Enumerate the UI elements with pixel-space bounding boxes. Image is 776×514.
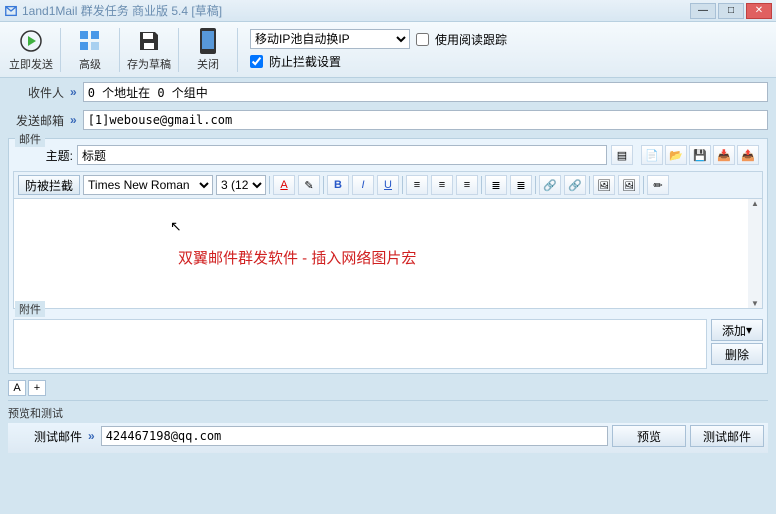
save-icon [135, 27, 163, 55]
tab-a[interactable]: A [8, 380, 26, 396]
block-setting-label: 防止拦截设置 [269, 53, 341, 70]
preview-legend: 预览和测试 [8, 405, 768, 421]
expand-recipient-icon[interactable]: » [68, 85, 79, 99]
grid-icon [76, 27, 104, 55]
separator [119, 28, 120, 72]
recipient-input[interactable] [83, 82, 768, 102]
align-left-icon[interactable]: ≡ [406, 175, 428, 195]
antiblock-button[interactable]: 防被拦截 [18, 175, 80, 195]
underline-icon[interactable]: U [377, 175, 399, 195]
app-logo-icon [4, 4, 18, 18]
save-draft-button[interactable]: 存为草稿 [124, 25, 174, 75]
ip-pool-select[interactable]: 移动IP池自动换IP [250, 29, 410, 49]
editor-area[interactable]: 双翼邮件群发软件 - 插入网络图片宏 ▲▼ [13, 199, 763, 309]
read-track-checkbox[interactable] [416, 33, 429, 46]
main-toolbar: 立即发送 高级 存为草稿 关闭 移动IP池自动换IP 使用阅读跟踪 防止拦截设置 [0, 22, 776, 78]
window-title: 1and1Mail 群发任务 商业版 5.4 [草稿] [22, 2, 690, 19]
add-attach-button[interactable]: 添加 ▾ [711, 319, 763, 341]
subject-label: 主题: [17, 147, 73, 164]
web-image-icon[interactable]: 🖼 [618, 175, 640, 195]
attach-legend: 附件 [15, 301, 45, 317]
subject-macro-icon[interactable]: ▤ [611, 145, 633, 165]
preview-button[interactable]: 预览 [612, 425, 686, 447]
expand-sender-icon[interactable]: » [68, 113, 79, 127]
recipient-row: 收件人 » [0, 78, 776, 106]
separator [178, 28, 179, 72]
recipient-label: 收件人 [8, 84, 64, 101]
advanced-button[interactable]: 高级 [65, 25, 115, 75]
phone-icon [194, 27, 222, 55]
test-send-button[interactable]: 测试邮件 [690, 425, 764, 447]
sender-label: 发送邮箱 [8, 112, 64, 129]
sender-input[interactable] [83, 110, 768, 130]
align-center-icon[interactable]: ≡ [431, 175, 453, 195]
maximize-button[interactable]: □ [718, 3, 744, 19]
highlight-icon[interactable]: ✎ [298, 175, 320, 195]
attachment-list[interactable] [13, 319, 707, 369]
separator [237, 28, 238, 72]
delete-attach-button[interactable]: 删除 [711, 343, 763, 365]
tab-row: A + [0, 378, 776, 398]
editor-content: 双翼邮件群发软件 - 插入网络图片宏 [178, 247, 416, 268]
expand-test-icon[interactable]: » [86, 429, 97, 443]
play-icon [17, 27, 45, 55]
sender-row: 发送邮箱 » [0, 106, 776, 134]
align-right-icon[interactable]: ≡ [456, 175, 478, 195]
size-select[interactable]: 3 (12 [216, 175, 266, 195]
titlebar: 1and1Mail 群发任务 商业版 5.4 [草稿] — □ ✕ [0, 0, 776, 22]
mail-legend: 邮件 [15, 131, 45, 147]
image-icon[interactable]: 🖼 [593, 175, 615, 195]
new-doc-icon[interactable]: 📄 [641, 145, 663, 165]
font-color-icon[interactable]: A [273, 175, 295, 195]
close-task-button[interactable]: 关闭 [183, 25, 233, 75]
font-select[interactable]: Times New Roman [83, 175, 213, 195]
preview-section: 预览和测试 测试邮件 » 预览 测试邮件 [8, 400, 768, 453]
list-ul-icon[interactable]: ≣ [510, 175, 532, 195]
test-label: 测试邮件 [12, 428, 82, 445]
save-mail-icon[interactable]: 💾 [689, 145, 711, 165]
read-track-label: 使用阅读跟踪 [435, 31, 507, 48]
export-icon[interactable]: 📤 [737, 145, 759, 165]
link-icon[interactable]: 🔗 [539, 175, 561, 195]
bold-icon[interactable]: B [327, 175, 349, 195]
open-icon[interactable]: 📂 [665, 145, 687, 165]
scrollbar[interactable]: ▲▼ [748, 199, 762, 308]
import-icon[interactable]: 📥 [713, 145, 735, 165]
send-now-button[interactable]: 立即发送 [6, 25, 56, 75]
edit-html-icon[interactable]: ✏ [647, 175, 669, 195]
block-setting-checkbox[interactable] [250, 55, 263, 68]
test-email-input[interactable] [101, 426, 608, 446]
unlink-icon[interactable]: 🔗 [564, 175, 586, 195]
mail-group: 邮件 主题: ▤ 📄 📂 💾 📥 📤 防被拦截 Times New Roman … [8, 138, 768, 374]
minimize-button[interactable]: — [690, 3, 716, 19]
tab-add[interactable]: + [28, 380, 46, 396]
editor-toolbar: 防被拦截 Times New Roman 3 (12 A ✎ B I U ≡ ≡… [13, 171, 763, 199]
subject-input[interactable] [77, 145, 607, 165]
close-window-button[interactable]: ✕ [746, 3, 772, 19]
italic-icon[interactable]: I [352, 175, 374, 195]
separator [60, 28, 61, 72]
list-ol-icon[interactable]: ≣ [485, 175, 507, 195]
